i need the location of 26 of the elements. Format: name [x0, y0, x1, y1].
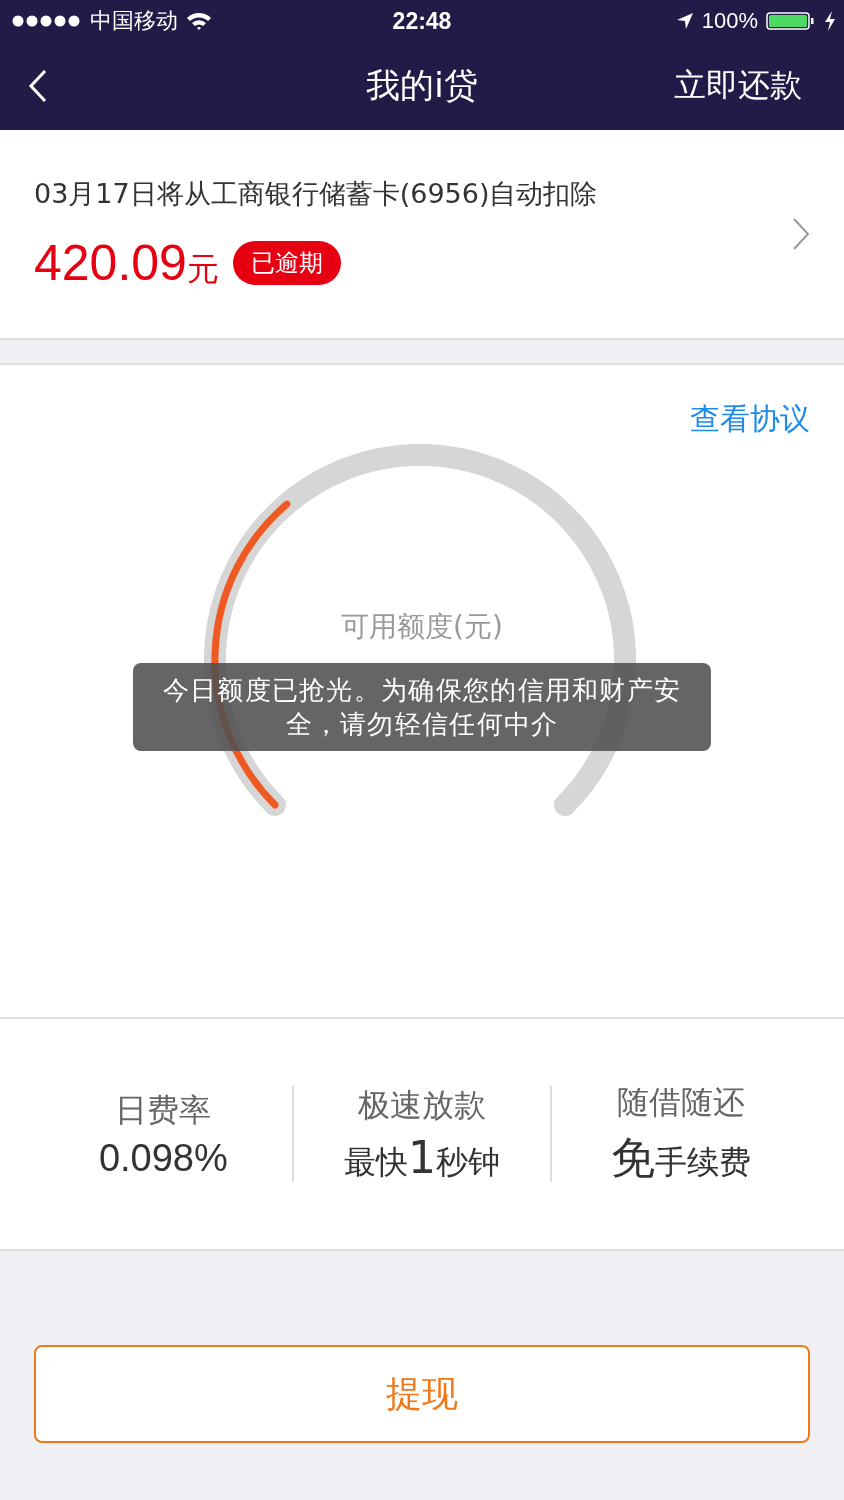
feature-value: 0.098% [98, 1136, 228, 1180]
due-notice: 03月17日将从工商银行储蓄卡(6956)自动扣除 [34, 177, 598, 211]
repay-now-link[interactable]: 立即还款 [674, 64, 802, 108]
bill-card[interactable]: 03月17日将从工商银行储蓄卡(6956)自动扣除 420.09元 已逾期 [0, 130, 844, 340]
available-credit-label: 可用额度(元) [341, 609, 503, 645]
signal-icon [12, 14, 82, 28]
wifi-icon [186, 11, 212, 31]
location-arrow-icon [675, 12, 694, 30]
carrier-name: 中国移动 [90, 7, 178, 35]
currency-unit: 元 [186, 249, 219, 290]
clock: 22:48 [392, 7, 452, 35]
overdue-badge: 已逾期 [232, 241, 341, 285]
chevron-right-icon [792, 217, 810, 251]
page-title: 我的i贷 [366, 64, 478, 107]
battery-percent: 100% [701, 8, 758, 34]
amount-due: 420.09 [34, 234, 187, 292]
battery-icon [766, 11, 816, 31]
back-icon[interactable] [28, 69, 48, 103]
view-agreement-link[interactable]: 查看协议 [690, 399, 810, 440]
charging-icon [824, 11, 836, 31]
feature-title: 极速放款 [358, 1084, 486, 1126]
feature-title: 随借随还 [616, 1081, 745, 1123]
toast-message: 今日额度已抢光。为确保您的信用和财产安全，请勿轻信任何中介 [133, 663, 711, 751]
feature-value: 免手续费 [610, 1130, 751, 1185]
feature-title: 日费率 [115, 1089, 212, 1131]
feature-value: 最快1秒钟 [344, 1131, 500, 1185]
